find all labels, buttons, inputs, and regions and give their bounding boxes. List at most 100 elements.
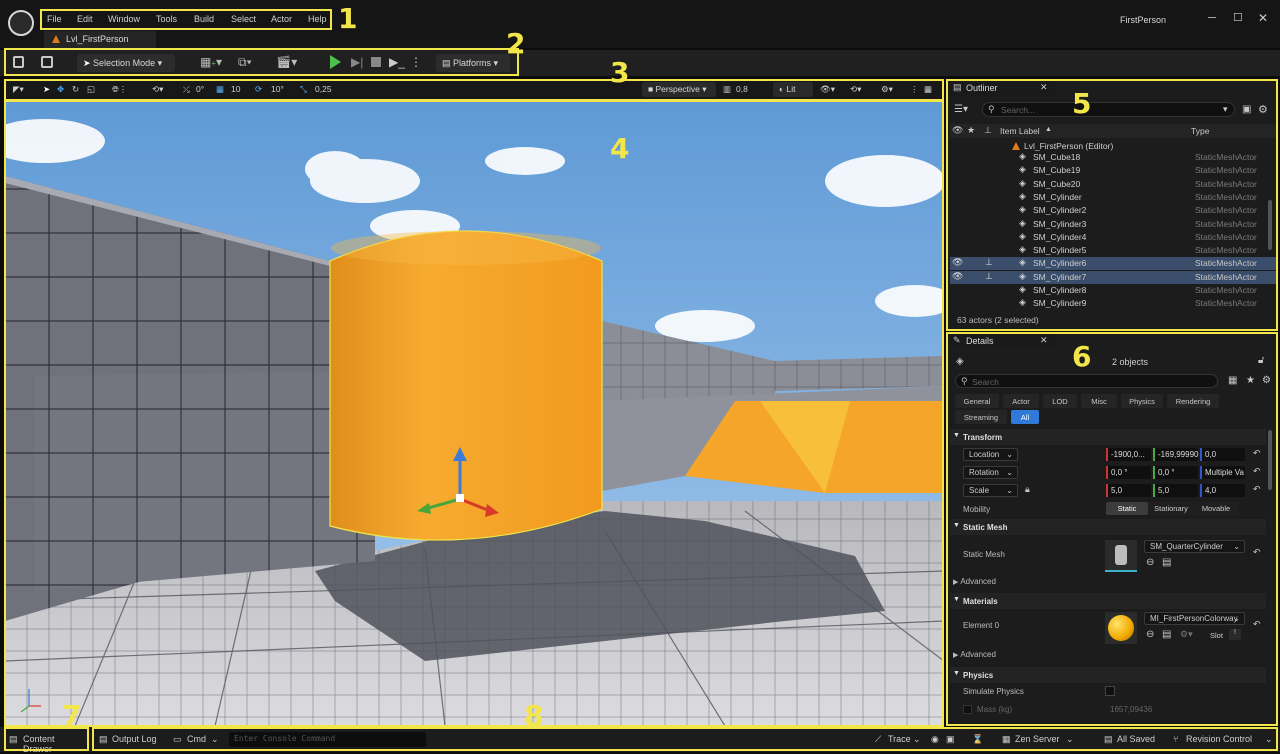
rotation-z[interactable]: Multiple Va	[1200, 466, 1245, 479]
platforms-button[interactable]: ▤ Platforms ▾	[436, 54, 510, 72]
details-scrollbar[interactable]	[1268, 430, 1272, 490]
material-options-icon[interactable]: ⚙▾	[1180, 629, 1193, 640]
scale-z[interactable]: 4,0	[1200, 484, 1245, 497]
pin-col-icon[interactable]: ⊥	[984, 125, 992, 136]
cat-all[interactable]: All	[1011, 410, 1039, 424]
camera-speed-icon[interactable]: ▥	[723, 84, 731, 95]
menu-select[interactable]: Select	[231, 14, 256, 24]
output-log-button[interactable]: ▤ Output Log	[96, 730, 162, 750]
grid-snap-value[interactable]: 10	[231, 84, 240, 94]
scale-x[interactable]: 5,0	[1106, 484, 1151, 497]
console-input[interactable]: Enter Console Command	[229, 732, 426, 747]
static-mesh-dropdown[interactable]: SM_QuarterCylinder ⌄	[1144, 540, 1245, 553]
property-matrix-icon[interactable]: ▦	[1228, 375, 1237, 386]
zen-server-button[interactable]: ▦ Zen Server ⌄	[1000, 730, 1078, 750]
lit-button[interactable]: ◐ Lit	[773, 82, 813, 97]
level-viewport[interactable]	[5, 101, 944, 726]
select-tool-icon[interactable]: ➤	[43, 84, 50, 95]
cat-actor[interactable]: Actor	[1003, 394, 1039, 408]
screenshot-icon[interactable]: ▣	[946, 734, 955, 745]
menu-build[interactable]: Build	[194, 14, 214, 24]
surface-snap-icon[interactable]: ⟲▾	[152, 84, 163, 95]
outliner-row[interactable]: ◈ SM_Cube20 StaticMeshActor	[950, 178, 1276, 191]
use-selected-icon[interactable]: ⊖	[1146, 629, 1154, 640]
material-dropdown[interactable]: MI_FirstPersonColorway ⌄	[1144, 612, 1245, 625]
maximize-icon[interactable]: ☐	[1233, 11, 1243, 24]
cat-lod[interactable]: LOD	[1043, 394, 1077, 408]
unreal-logo-icon[interactable]	[8, 10, 34, 36]
rotate-tool-icon[interactable]: ↻	[72, 84, 79, 95]
details-tab[interactable]: ✎ Details ✕	[947, 333, 1057, 349]
grid-snap-icon[interactable]: ▦	[216, 84, 224, 95]
trace-button[interactable]: ⟋ Trace ⌄	[873, 730, 923, 750]
section-transform[interactable]: ▼ Transform	[950, 429, 1266, 445]
section-materials[interactable]: ▼ Materials	[950, 593, 1266, 609]
reset-mesh-icon[interactable]: ↶	[1253, 547, 1261, 558]
col-item-label[interactable]: Item Label	[1000, 126, 1040, 136]
angle-snap-value[interactable]: 0°	[196, 84, 204, 94]
outliner-tab[interactable]: ▤ Outliner ✕	[947, 80, 1057, 96]
outliner-row[interactable]: 👁︎ ⊥ ◈ SM_Cylinder6 StaticMeshActor	[950, 257, 1276, 271]
performance-icon[interactable]: ⟲▾	[850, 84, 861, 95]
browse-asset-icon[interactable]: ▤	[1162, 557, 1171, 568]
rotation-snap-value[interactable]: 10°	[271, 84, 284, 94]
rotation-x[interactable]: 0,0 °	[1106, 466, 1151, 479]
favorite-col-icon[interactable]: ★	[967, 125, 975, 136]
browse-icon[interactable]	[41, 56, 53, 68]
outliner-row[interactable]: ◈ SM_Cylinder8 StaticMeshActor	[950, 284, 1276, 297]
mobility-stationary[interactable]: Stationary	[1148, 502, 1194, 515]
menu-edit[interactable]: Edit	[77, 14, 93, 24]
col-type[interactable]: Type	[1191, 126, 1209, 136]
favorites-icon[interactable]: ★	[1246, 375, 1255, 386]
pin-icon[interactable]: ⊥	[985, 271, 993, 282]
reset-rotation-icon[interactable]: ↶	[1253, 466, 1261, 477]
mobility-static[interactable]: Static	[1106, 502, 1148, 515]
cat-rendering[interactable]: Rendering	[1167, 394, 1219, 408]
outliner-row[interactable]: ◈ SM_Cylinder4 StaticMeshActor	[950, 231, 1276, 244]
stop-icon[interactable]	[371, 57, 381, 67]
blueprint-icon[interactable]: ⧉▾	[238, 55, 252, 70]
level-tab[interactable]: Lvl_FirstPerson	[44, 31, 156, 48]
section-static-mesh[interactable]: ▼ Static Mesh	[950, 519, 1266, 535]
close-icon[interactable]: ✕	[1040, 82, 1048, 93]
cat-streaming[interactable]: Streaming	[955, 410, 1007, 424]
cat-general[interactable]: General	[955, 394, 999, 408]
menu-help[interactable]: Help	[308, 14, 327, 24]
camera-speed-value[interactable]: 0,8	[736, 84, 748, 94]
reset-material-icon[interactable]: ↶	[1253, 619, 1261, 630]
viewport-menu-icon[interactable]: ◤▾	[13, 84, 24, 95]
reset-location-icon[interactable]: ↶	[1253, 448, 1261, 459]
save-icon[interactable]	[13, 56, 24, 68]
settings-icon[interactable]: ⚙▾	[881, 84, 893, 95]
cat-misc[interactable]: Misc	[1081, 394, 1117, 408]
visibility-icon[interactable]: 👁︎	[952, 271, 963, 282]
selection-mode-button[interactable]: ➤ Selection Mode ▾	[77, 54, 175, 72]
content-drawer-button[interactable]: ▤ Content Drawer	[6, 730, 86, 754]
outliner-settings-icon[interactable]: ⚙	[1258, 103, 1268, 116]
location-dropdown[interactable]: Location ⌄	[963, 448, 1018, 461]
browse-asset-icon[interactable]: ▤	[1162, 629, 1171, 640]
slot-info-icon[interactable]: !	[1229, 629, 1241, 640]
translate-tool-icon[interactable]: ✥	[57, 84, 64, 95]
scale-snap-value[interactable]: 0,25	[315, 84, 332, 94]
menu-file[interactable]: File	[47, 14, 62, 24]
world-local-icon[interactable]: 🌐︎⋮	[112, 84, 127, 95]
close-icon[interactable]: ✕	[1258, 11, 1268, 25]
rotation-snap-icon[interactable]: ⟳	[255, 84, 262, 95]
scale-dropdown[interactable]: Scale ⌄	[963, 484, 1018, 497]
mobility-movable[interactable]: Movable	[1194, 502, 1238, 515]
minimize-icon[interactable]: ─	[1208, 12, 1216, 24]
outliner-row[interactable]: 👁︎ ⊥ ◈ SM_Cylinder7 StaticMeshActor	[950, 270, 1276, 284]
outliner-row[interactable]: ◈ SM_Cube18 StaticMeshActor	[950, 151, 1276, 164]
selected-cylinder[interactable]	[329, 230, 603, 541]
add-actor-icon[interactable]: ▦+▾	[200, 55, 222, 69]
outliner-scrollbar[interactable]	[1268, 200, 1272, 250]
perspective-button[interactable]: ■ Perspective ▾	[642, 82, 716, 97]
scale-tool-icon[interactable]: ◱	[87, 84, 95, 95]
viewport-options-icon[interactable]: ⋮	[910, 84, 919, 95]
outliner-row[interactable]: ◈ SM_Cylinder StaticMeshActor	[950, 191, 1276, 204]
scale-y[interactable]: 5,0	[1153, 484, 1198, 497]
filter-icon[interactable]: ☰▾	[954, 104, 968, 115]
add-folder-icon[interactable]: ▣	[1242, 104, 1251, 115]
simulate-physics-checkbox[interactable]	[1105, 686, 1115, 696]
